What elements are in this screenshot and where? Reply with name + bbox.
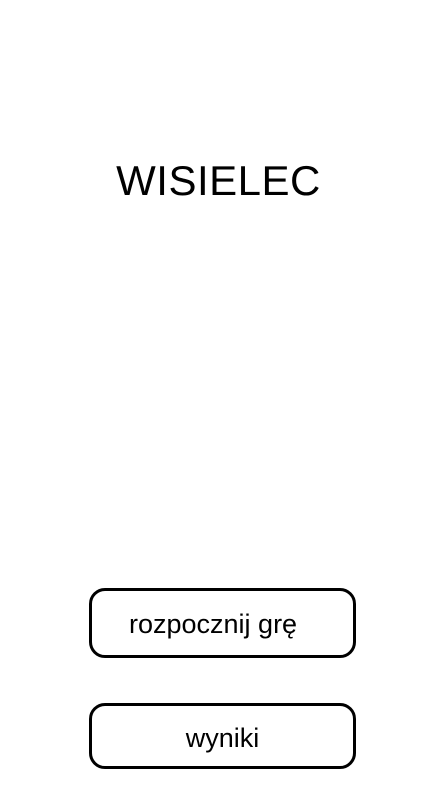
start-game-button[interactable]: rozpocznij grę <box>89 588 356 658</box>
game-title: WISIELEC <box>116 157 321 204</box>
start-game-button-label: rozpocznij grę <box>129 609 298 639</box>
results-button[interactable]: wyniki <box>89 703 356 769</box>
results-button-label: wyniki <box>185 723 260 753</box>
main-menu-screen: WISIELEC rozpocznij grę wyniki <box>0 0 437 810</box>
